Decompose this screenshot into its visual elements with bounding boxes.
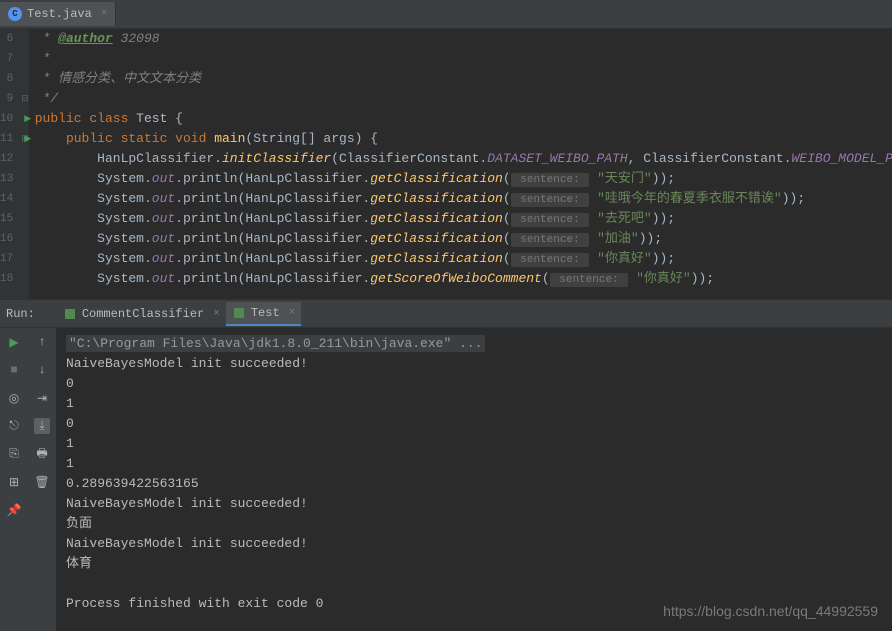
up-icon[interactable]: ↑ [34,334,50,350]
console-line: 体育 [66,554,882,574]
console-line: NaiveBayesModel init succeeded! [66,494,882,514]
fold-marker[interactable] [21,269,29,289]
exit-icon[interactable]: ⎘ [6,446,22,462]
line-number: 13 [0,169,13,189]
tab-filename: Test.java [27,7,92,21]
line-number: 8 [0,69,13,89]
line-number: 14 [0,189,13,209]
layout-icon[interactable]: ⊞ [6,474,22,490]
code-line[interactable]: System.out.println(HanLpClassifier.getCl… [35,249,892,269]
fold-marker[interactable] [21,29,29,49]
run-header: Run: CommentClassifier × Test × [0,300,892,328]
java-class-icon: C [8,7,22,21]
camera-icon[interactable]: ◎ [6,390,22,406]
run-panel: Run: CommentClassifier × Test × ▶ ■ ◎ ⎋ ⎘ ⊞… [0,299,892,631]
fold-marker[interactable]: ⊟ [21,89,29,109]
fold-marker[interactable] [21,149,29,169]
line-number: 11▶ [0,129,13,149]
line-number: 16 [0,229,13,249]
fold-column: ⊟⊟ [21,29,29,299]
close-icon[interactable]: × [213,308,220,320]
run-gutter-icon[interactable]: ▶ [24,109,31,129]
line-number: 18 [0,269,13,289]
file-tab[interactable]: C Test.java × [0,2,116,26]
code-line[interactable]: * [35,49,892,69]
line-number: 9 [0,89,13,109]
run-config-icon [232,306,246,320]
close-icon[interactable]: × [289,307,296,319]
soft-wrap-icon[interactable]: ⇥ [34,390,50,406]
line-number: 10▶ [0,109,13,129]
code-line[interactable]: System.out.println(HanLpClassifier.getSc… [35,269,892,289]
console-command: "C:\Program Files\Java\jdk1.8.0_211\bin\… [66,335,485,352]
code-line[interactable]: * @author 32098 [35,29,892,49]
line-number: 15 [0,209,13,229]
fold-marker[interactable] [21,49,29,69]
fold-marker[interactable] [21,189,29,209]
console-line: 0.289639422563165 [66,474,882,494]
run-label: Run: [6,307,35,321]
pin-icon[interactable]: 📌 [6,502,22,518]
console-line: NaiveBayesModel init succeeded! [66,354,882,374]
run-tab-label: CommentClassifier [82,307,204,321]
console-line: 0 [66,374,882,394]
console-output[interactable]: "C:\Program Files\Java\jdk1.8.0_211\bin\… [56,328,892,631]
down-icon[interactable]: ↓ [34,362,50,378]
tab-bar: C Test.java × [0,0,892,29]
run-tab[interactable]: CommentClassifier × [57,302,226,326]
console-line: 0 [66,414,882,434]
line-number: 6 [0,29,13,49]
code-line[interactable]: public static void main(String[] args) { [35,129,892,149]
console-line [66,574,882,594]
code-line[interactable]: HanLpClassifier.initClassifier(Classifie… [35,149,892,169]
close-icon[interactable]: × [101,8,108,20]
code-line[interactable]: * 情感分类、中文文本分类 [35,69,892,89]
line-number: 17 [0,249,13,269]
dump-threads-icon[interactable]: ⎋ [6,418,22,434]
line-number: 7 [0,49,13,69]
line-number: 12 [0,149,13,169]
run-gutter-icon[interactable]: ▶ [24,129,31,149]
run-toolbar-right: ↑ ↓ ⇥ ⤓ 🖶 🗑 [28,328,56,631]
fold-marker[interactable] [21,69,29,89]
console-line: 1 [66,394,882,414]
watermark: https://blog.csdn.net/qq_44992559 [663,603,878,619]
trash-icon[interactable]: 🗑 [34,474,50,490]
line-gutter: 678910▶11▶12131415161718 [0,29,21,299]
fold-marker[interactable] [21,209,29,229]
code-line[interactable]: System.out.println(HanLpClassifier.getCl… [35,169,892,189]
run-tab[interactable]: Test × [226,302,301,326]
code-line[interactable]: System.out.println(HanLpClassifier.getCl… [35,189,892,209]
code-line[interactable]: */ [35,89,892,109]
console-line: 1 [66,434,882,454]
run-toolbar-left: ▶ ■ ◎ ⎋ ⎘ ⊞ 📌 [0,328,28,631]
code-area[interactable]: * @author 32098 * * 情感分类、中文文本分类 */public… [29,29,892,299]
fold-marker[interactable] [21,249,29,269]
console-line: NaiveBayesModel init succeeded! [66,534,882,554]
fold-marker[interactable] [21,229,29,249]
fold-marker[interactable] [21,169,29,189]
code-line[interactable]: System.out.println(HanLpClassifier.getCl… [35,209,892,229]
console-line: 1 [66,454,882,474]
run-tab-label: Test [251,306,280,320]
code-line[interactable]: System.out.println(HanLpClassifier.getCl… [35,229,892,249]
run-config-icon [63,307,77,321]
editor: 678910▶11▶12131415161718 ⊟⊟ * @author 32… [0,29,892,299]
scroll-end-icon[interactable]: ⤓ [34,418,50,434]
code-line[interactable]: public class Test { [35,109,892,129]
stop-icon[interactable]: ■ [6,362,22,378]
console-line: 负面 [66,514,882,534]
print-icon[interactable]: 🖶 [34,446,50,462]
rerun-icon[interactable]: ▶ [6,334,22,350]
